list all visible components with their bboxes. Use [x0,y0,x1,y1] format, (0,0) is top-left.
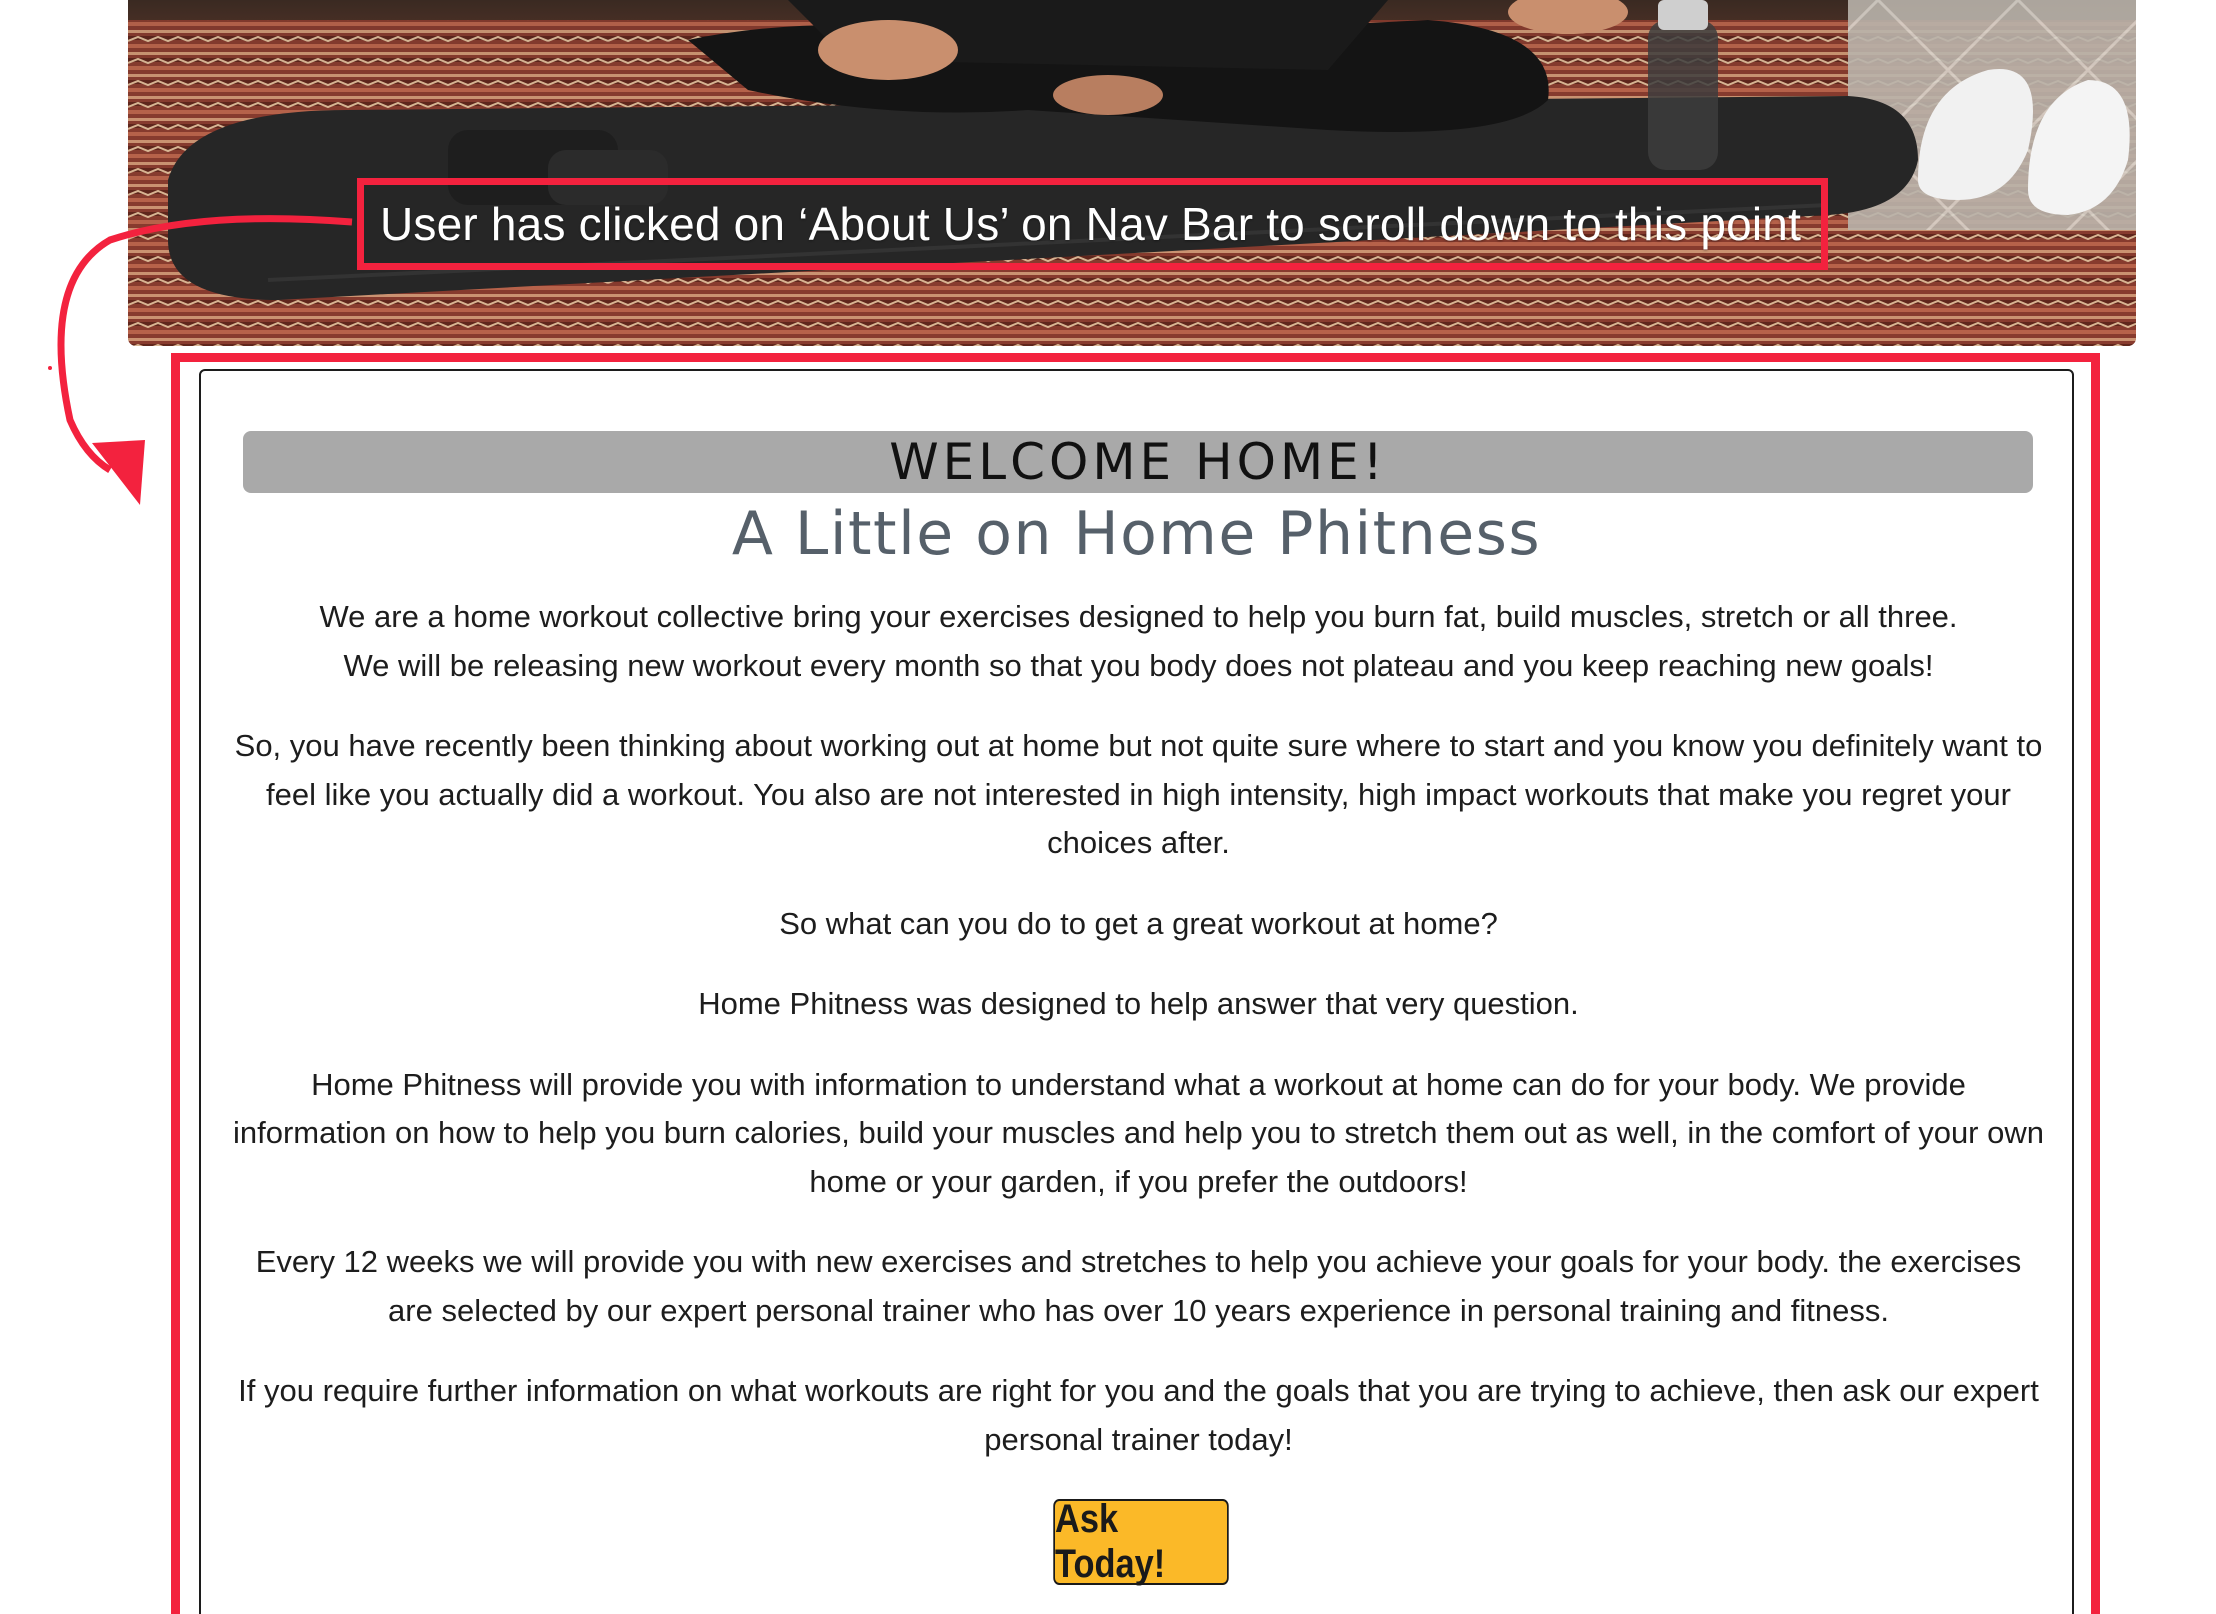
hero-image [128,0,2136,346]
about-paragraph: Home Phitness will provide you with info… [232,1066,2044,1199]
about-text-line: We are a home workout collective bring y… [319,599,1958,634]
about-paragraph: Home Phitness was designed to help answe… [698,986,1579,1021]
about-body: We are a home workout collective bring y… [231,593,2046,1496]
about-paragraph: If you require further information on wh… [238,1373,2039,1457]
about-subheading: A Little on Home Phitness [731,499,1542,569]
about-paragraph: So what can you do to get a great workou… [779,905,1498,941]
yoga-mat-photo-icon [128,0,2136,346]
welcome-heading: WELCOME HOME! [889,433,1387,491]
annotation-callout: User has clicked on ‘About Us’ on Nav Ba… [357,178,1828,270]
about-paragraph-intro: We are a home workout collective bring y… [231,593,2046,690]
about-paragraph: So, you have recently been thinking abou… [234,728,2043,860]
ask-today-button[interactable]: Ask Today! [1053,1497,1229,1586]
screenshot-stage: User has clicked on ‘About Us’ on Nav Ba… [0,0,2216,1614]
about-paragraph: Every 12 weeks we will provide you with … [255,1244,2022,1328]
annotation-text: User has clicked on ‘About Us’ on Nav Ba… [380,198,1802,250]
about-section: WELCOME HOME! A Little on Home Phitness … [199,369,2074,1614]
welcome-heading-bar: WELCOME HOME! [243,431,2033,493]
about-text-line: We will be releasing new workout every m… [343,647,1934,683]
